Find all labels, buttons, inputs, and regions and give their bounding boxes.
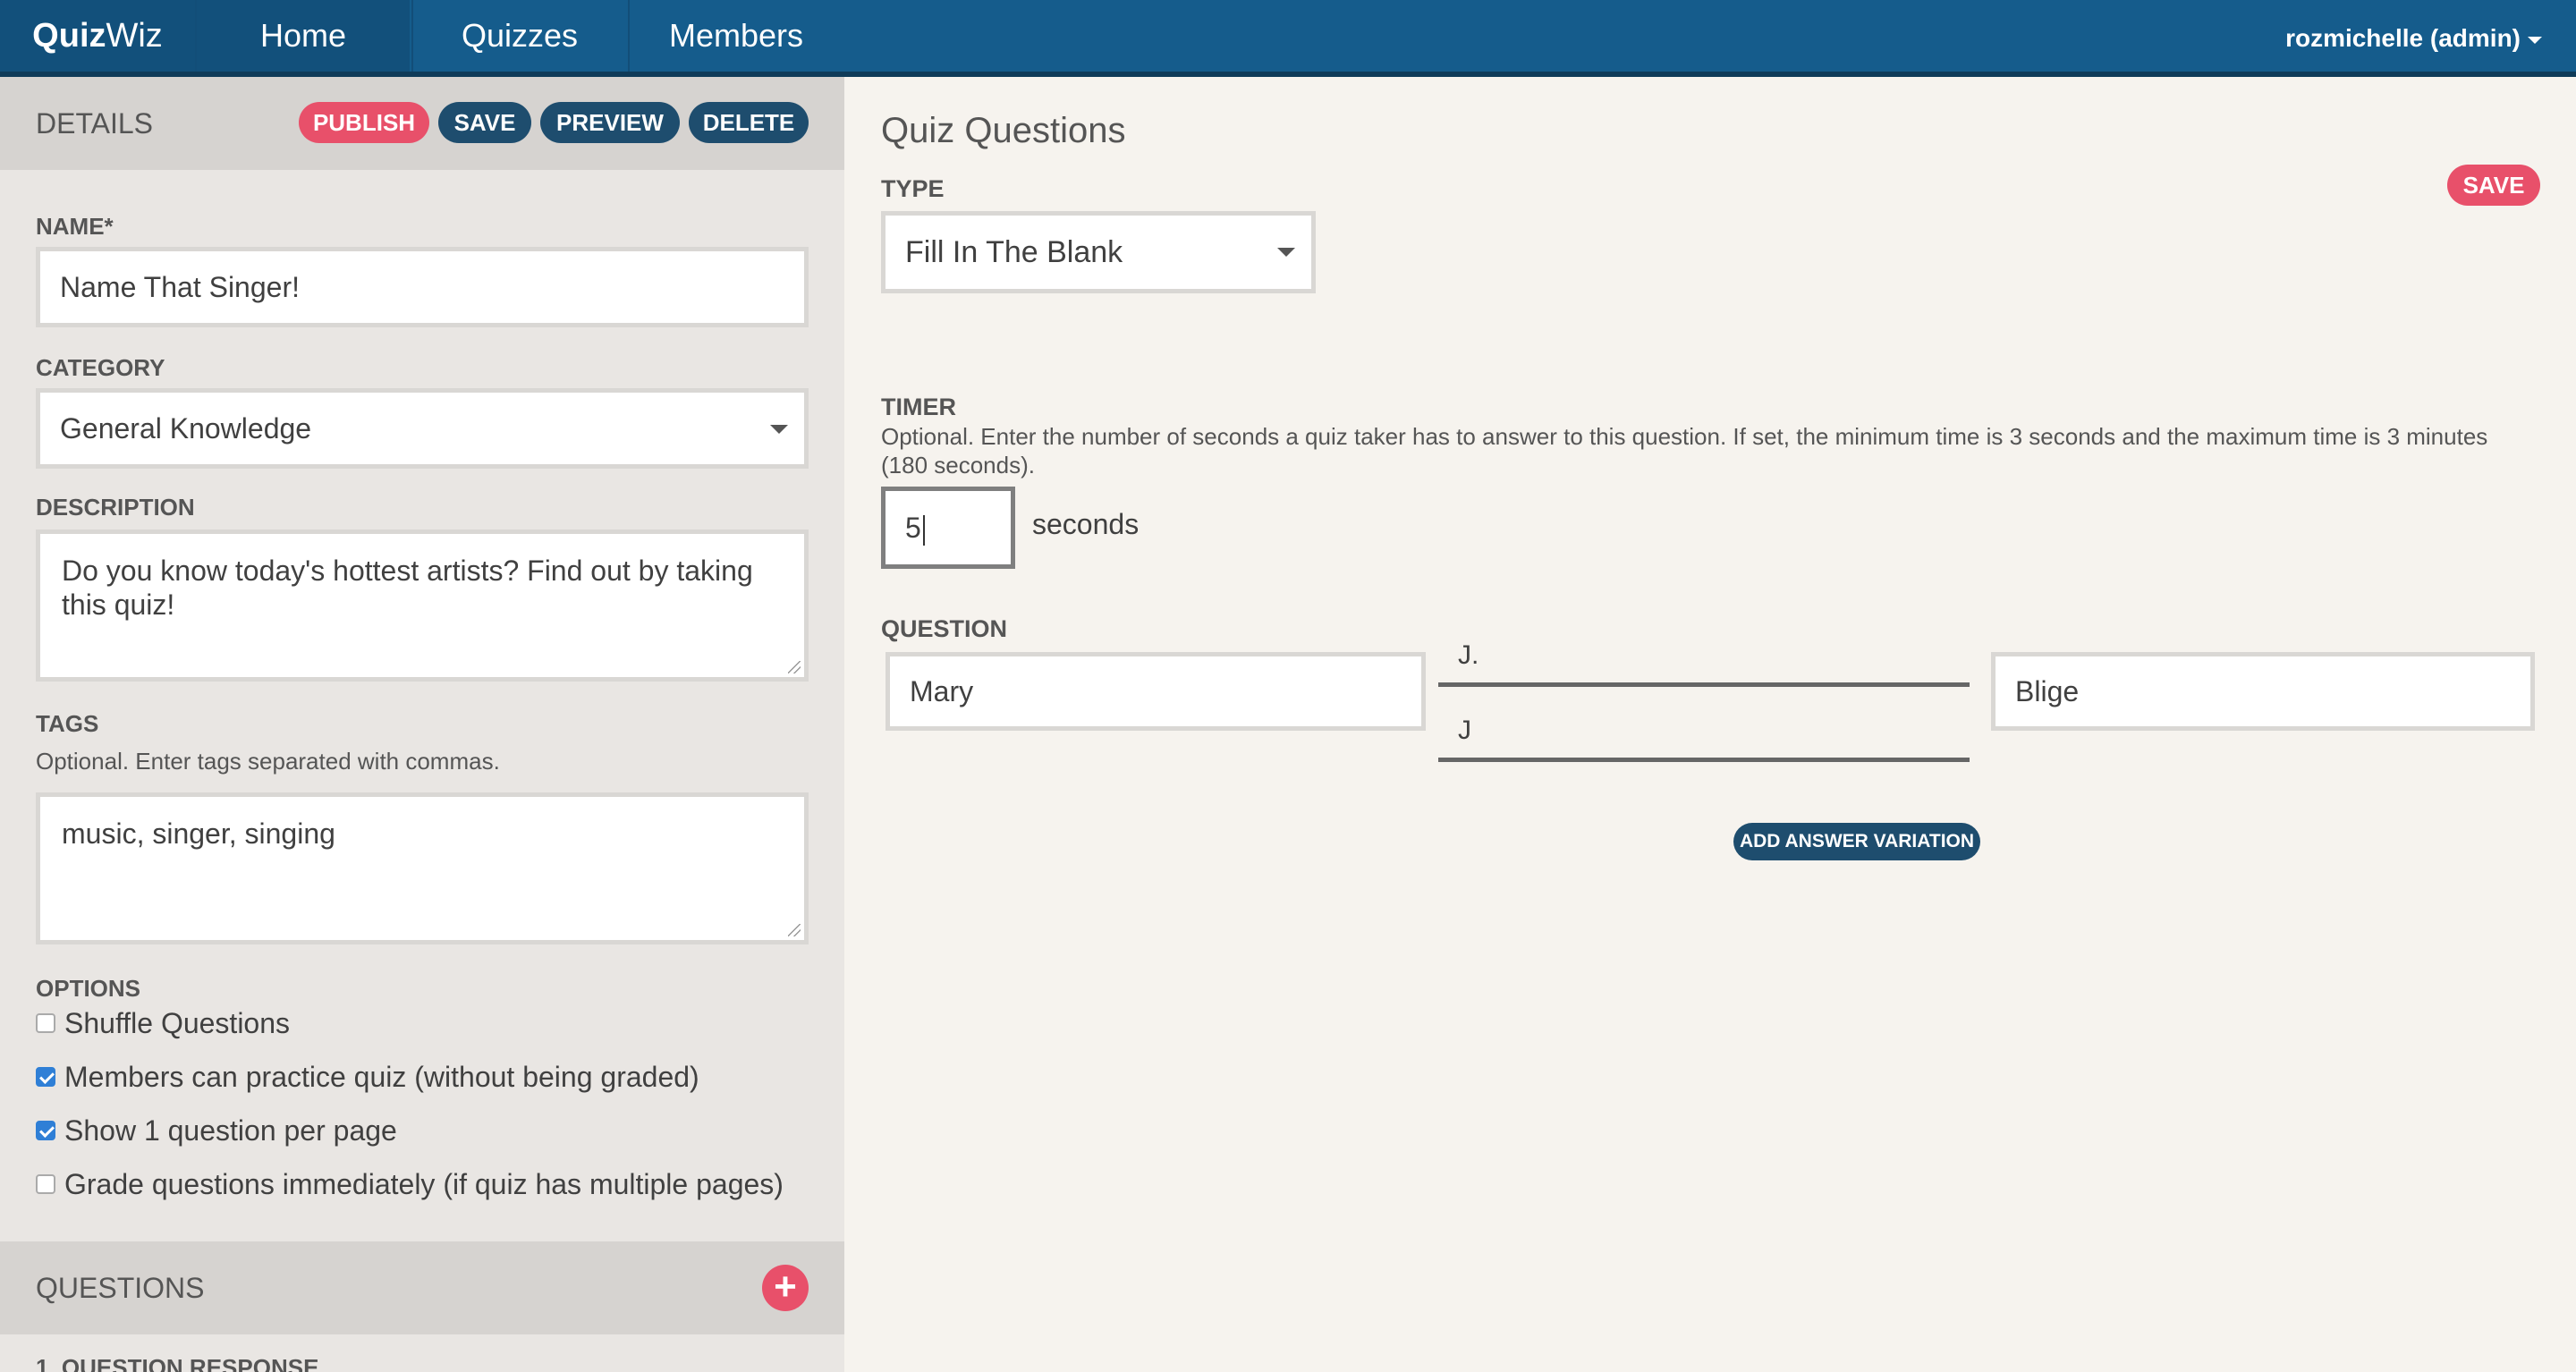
brand-logo[interactable]: QuizWiz (0, 0, 195, 72)
timer-label: TIMER (881, 394, 956, 420)
timer-input[interactable]: 5 (881, 487, 1015, 569)
name-input[interactable]: Name That Singer! (36, 247, 809, 327)
tags-label: TAGS (36, 710, 99, 737)
answer-variation-input[interactable]: J (1438, 708, 1970, 762)
top-navbar: QuizWiz Home Quizzes Members rozmichelle… (0, 0, 2576, 77)
timer-value: 5 (905, 512, 921, 544)
timer-unit: seconds (1032, 508, 1140, 540)
type-value: Fill In The Blank (905, 235, 1123, 269)
description-label: DESCRIPTION (36, 494, 195, 521)
name-label: NAME* (36, 213, 114, 240)
user-menu[interactable]: rozmichelle (admin) (2285, 0, 2542, 72)
add-answer-variation-button[interactable]: ADD ANSWER VARIATION (1733, 823, 1980, 860)
publish-button[interactable]: PUBLISH (299, 102, 429, 143)
tags-hint: Optional. Enter tags separated with comm… (36, 748, 500, 775)
chevron-down-icon (770, 425, 788, 434)
nav-home[interactable]: Home (195, 0, 410, 72)
text-cursor (922, 514, 925, 546)
category-select[interactable]: General Knowledge (36, 388, 809, 469)
chevron-down-icon (1277, 248, 1295, 257)
delete-button[interactable]: DELETE (689, 102, 809, 143)
tags-value: music, singer, singing (62, 817, 335, 850)
question-prefix-input[interactable]: Mary (886, 652, 1426, 731)
tags-textarea[interactable]: music, singer, singing (36, 792, 809, 944)
details-header: DETAILS PUBLISH SAVE PREVIEW DELETE (0, 77, 844, 170)
resize-handle-icon[interactable] (788, 661, 801, 673)
description-value: Do you know today's hottest artists? Fin… (62, 555, 753, 621)
resize-handle-icon[interactable] (788, 924, 801, 936)
type-select[interactable]: Fill In The Blank (881, 211, 1316, 293)
questions-header: QUESTIONS (0, 1241, 844, 1334)
nav-members[interactable]: Members (628, 0, 843, 72)
question-list-item[interactable]: 1. QUESTION RESPONSE (36, 1354, 318, 1372)
option-one-per-page[interactable]: Show 1 question per page (36, 1113, 397, 1148)
add-question-plus-icon[interactable]: + (762, 1265, 809, 1311)
checkbox-checked[interactable] (36, 1120, 55, 1140)
user-name: rozmichelle (admin) (2285, 24, 2521, 52)
timer-hint: Optional. Enter the number of seconds a … (881, 423, 2488, 479)
questions-title: QUESTIONS (36, 1272, 205, 1304)
option-practice-quiz[interactable]: Members can practice quiz (without being… (36, 1059, 699, 1095)
preview-button[interactable]: PREVIEW (540, 102, 680, 143)
type-label: TYPE (881, 175, 945, 202)
chevron-down-icon (2528, 36, 2542, 44)
category-value: General Knowledge (60, 412, 312, 445)
checkbox[interactable] (36, 1012, 55, 1033)
checkbox-checked[interactable] (36, 1066, 55, 1087)
details-sidebar: DETAILS PUBLISH SAVE PREVIEW DELETE NAME… (0, 77, 844, 1372)
nav-quizzes[interactable]: Quizzes (411, 0, 626, 72)
save-details-button[interactable]: SAVE (438, 102, 531, 143)
checkbox[interactable] (36, 1173, 55, 1194)
category-label: CATEGORY (36, 354, 165, 381)
option-shuffle-questions[interactable]: Shuffle Questions (36, 1005, 290, 1041)
question-label: QUESTION (881, 615, 1008, 642)
description-textarea[interactable]: Do you know today's hottest artists? Fin… (36, 529, 809, 682)
save-question-button[interactable]: SAVE (2447, 165, 2540, 206)
question-suffix-input[interactable]: Blige (1991, 652, 2535, 731)
option-grade-immediately[interactable]: Grade questions immediately (if quiz has… (36, 1166, 784, 1202)
editor-title: Quiz Questions (881, 111, 1126, 150)
answer-input[interactable]: J. (1438, 633, 1970, 687)
details-title: DETAILS (36, 107, 153, 140)
options-label: OPTIONS (36, 975, 141, 1002)
